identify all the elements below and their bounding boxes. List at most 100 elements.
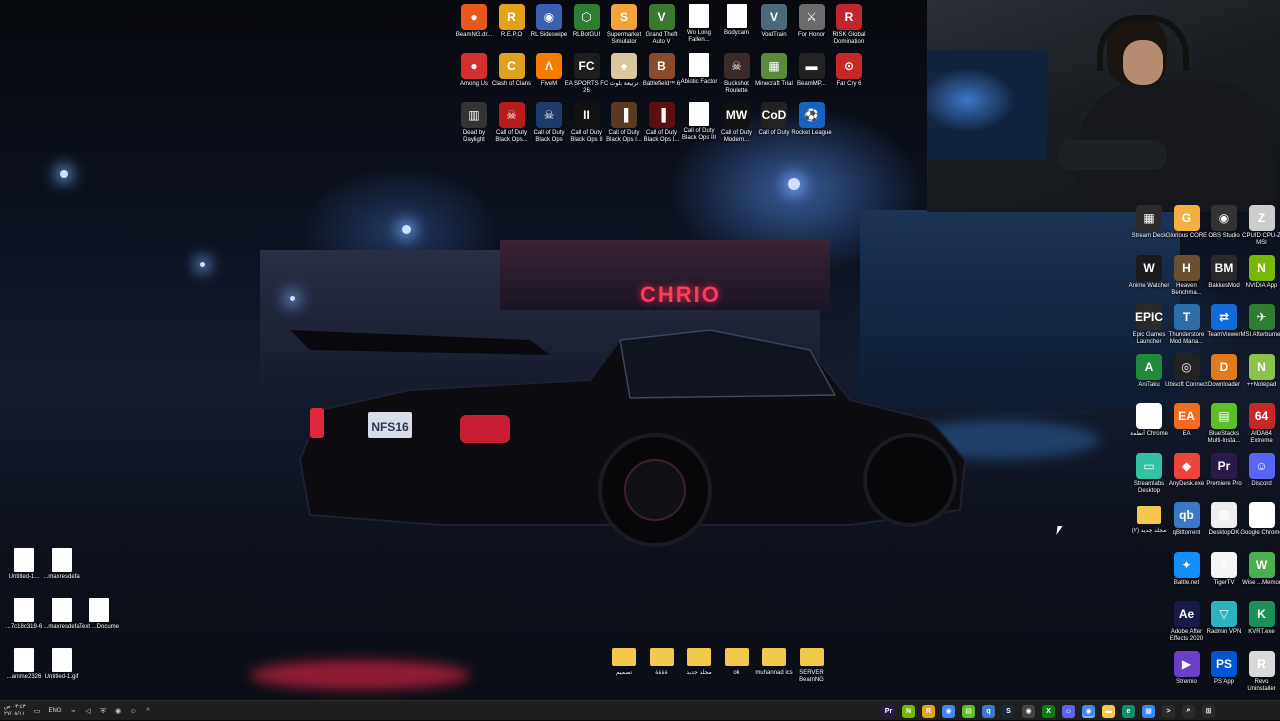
desktop-shortcut[interactable]: RRISK Global Domination	[829, 4, 869, 46]
desktop-shortcut[interactable]: ▭Streamlabs Desktop	[1129, 453, 1169, 495]
desktop-shortcut[interactable]: ◉OBS Studio	[1204, 205, 1244, 240]
desktop-shortcut[interactable]: ●Among Us	[454, 53, 494, 88]
desktop-shortcut[interactable]: DDownloader	[1204, 354, 1244, 389]
desktop-shortcut[interactable]: ▤BlueStacks Multi-Insta...	[1204, 403, 1244, 445]
desktop-shortcut[interactable]: ▽Radmin VPN	[1204, 601, 1244, 636]
desktop-shortcut[interactable]: muhannad ics	[754, 644, 794, 677]
desktop-shortcut[interactable]: CClash of Clans	[492, 53, 532, 88]
desktop-shortcut[interactable]: SSupermarket Simulator	[604, 4, 644, 46]
desktop-shortcut[interactable]: ▦DesktopOK	[1204, 502, 1244, 537]
overflow-icon[interactable]: ^	[145, 708, 152, 715]
desktop-shortcut[interactable]: EAEA	[1167, 403, 1207, 438]
desktop-shortcut[interactable]: ▶Stremio	[1167, 651, 1207, 686]
desktop-shortcut[interactable]: ⊙Far Cry 6	[829, 53, 869, 88]
desktop-shortcut[interactable]: ok	[717, 644, 757, 677]
desktop-shortcut[interactable]: N++Notepad	[1242, 354, 1280, 389]
desktop-shortcut[interactable]: BMBakkesMod	[1204, 255, 1244, 290]
desktop-shortcut[interactable]: Bodycam	[717, 4, 757, 37]
desktop-shortcut[interactable]: ةةةة	[642, 644, 682, 677]
desktop-shortcut[interactable]: ☠Call of Duty Black Ops	[529, 102, 569, 144]
desktop-shortcut[interactable]: FCEA SPORTS FC 26	[567, 53, 607, 95]
desktop-shortcut[interactable]: ΛFiveM	[529, 53, 569, 88]
desktop-shortcut[interactable]: ⚔For Honor	[792, 4, 832, 39]
taskbar-qbittorrent-icon[interactable]: q	[982, 705, 995, 718]
desktop-shortcut[interactable]: مجلد جديد (٢)	[1129, 502, 1169, 535]
desktop-shortcut[interactable]: Untitled-1...	[4, 548, 44, 581]
desktop-shortcut[interactable]: ☠Call of Duty Black Ops...	[492, 102, 532, 144]
taskbar-steam-icon[interactable]: S	[1002, 705, 1015, 718]
desktop-shortcut[interactable]: ZCPUID CPU-Z MSI	[1242, 205, 1280, 247]
desktop-shortcut[interactable]: ▦Minecraft Trial	[754, 53, 794, 88]
shield-icon[interactable]: ⛨	[100, 708, 107, 715]
desktop-shortcut[interactable]: ☠Buckshot Roulette	[717, 53, 757, 95]
desktop-shortcut[interactable]: IICall of Duty Black Ops II	[567, 102, 607, 144]
desktop-shortcut[interactable]: Wo Long Fallen...	[679, 4, 719, 44]
desktop-shortcut[interactable]: PrPremiere Pro	[1204, 453, 1244, 488]
desktop-shortcut[interactable]: ◉RL Sideswipe	[529, 4, 569, 39]
desktop-shortcut[interactable]: ◎Ubisoft Connect	[1167, 354, 1207, 389]
desktop-shortcut[interactable]: ...maxresdefa	[42, 598, 82, 631]
desktop-shortcut[interactable]: ...7c18c319-6	[4, 598, 44, 631]
desktop-shortcut[interactable]: EPICEpic Games Launcher	[1129, 304, 1169, 346]
taskbar-xbox-icon[interactable]: X	[1042, 705, 1055, 718]
desktop-shortcut[interactable]: PSPS App	[1204, 651, 1244, 686]
taskbar-store-icon[interactable]: ▦	[1142, 705, 1155, 718]
desktop-shortcut[interactable]: ▦Stream Deck	[1129, 205, 1169, 240]
desktop-shortcut[interactable]: VVoidTrain	[754, 4, 794, 39]
desktop-shortcut[interactable]: WWise ...Memor	[1242, 552, 1280, 587]
taskbar-discord-icon[interactable]: ☺	[1062, 705, 1075, 718]
desktop-shortcut[interactable]: ●BeamNG.dr...	[454, 4, 494, 39]
desktop-shortcut[interactable]: ▐Call of Duty Black Ops I...	[642, 102, 682, 144]
desktop-shortcut[interactable]: ◉Google Chrome	[1242, 502, 1280, 537]
desktop-shortcut[interactable]: ✦Battle.net	[1167, 552, 1207, 587]
language-indicator[interactable]: ENG	[49, 708, 62, 714]
desktop-shortcut[interactable]: CoDCall of Duty	[754, 102, 794, 137]
desktop-shortcut[interactable]: TThunderstore Mod Mana...	[1167, 304, 1207, 346]
desktop-shortcut[interactable]: ◆AnyDesk.exe	[1167, 453, 1207, 488]
desktop-shortcut[interactable]: ☺Discord	[1242, 453, 1280, 488]
desktop-shortcut[interactable]: ⚽Rocket League	[792, 102, 832, 137]
desktop-shortcut[interactable]: Abiotic Factor	[679, 53, 719, 86]
desktop-shortcut[interactable]: ...maxresdefa	[42, 548, 82, 581]
taskbar-edge-icon[interactable]: e	[1122, 705, 1135, 718]
volume-icon[interactable]: ◁	[85, 708, 92, 715]
network-icon[interactable]: ⌁	[70, 708, 77, 715]
desktop-shortcut[interactable]: VGrand Theft Auto V	[642, 4, 682, 46]
desktop-shortcut[interactable]: WAnime Watcher	[1129, 255, 1169, 290]
taskbar-folder-icon[interactable]: ▬	[1102, 705, 1115, 718]
taskbar-chrome-icon[interactable]: ◉	[1082, 705, 1095, 718]
desktop-shortcut[interactable]: RRevo Uninstaller	[1242, 651, 1280, 693]
desktop-shortcut[interactable]: 64AIDA64 Extreme	[1242, 403, 1280, 445]
desktop-shortcut[interactable]: Text ...Docume	[79, 598, 119, 631]
taskbar-search-icon[interactable]: ⌕	[1182, 705, 1195, 718]
desktop-shortcut[interactable]: GGlorious CORE	[1167, 205, 1207, 240]
taskbar-premiere-icon[interactable]: Pr	[882, 705, 895, 718]
taskbar-repo-icon[interactable]: R	[922, 705, 935, 718]
desktop-shortcut[interactable]: ...anime2326	[4, 648, 44, 681]
desktop-shortcut[interactable]: NNVIDIA App	[1242, 255, 1280, 290]
desktop-shortcut[interactable]: SERVER BeamNG	[792, 644, 832, 684]
desktop-shortcut[interactable]: مجلد جديد	[679, 644, 719, 677]
desktop-shortcut[interactable]: TTigerTV	[1204, 552, 1244, 587]
desktop-shortcut[interactable]: ◉أنظمة Chrome	[1129, 403, 1169, 438]
desktop-shortcut[interactable]: ✈MSI Afterburner	[1242, 304, 1280, 339]
taskbar-chrome-icon[interactable]: ◉	[942, 705, 955, 718]
desktop-shortcut[interactable]: HHeaven Benchma...	[1167, 255, 1207, 297]
desktop-shortcut[interactable]: ▥Dead by Daylight	[454, 102, 494, 144]
taskbar-nvidia-icon[interactable]: N	[902, 705, 915, 718]
desktop-shortcut[interactable]: ⇄TeamViewer	[1204, 304, 1244, 339]
desktop-shortcut[interactable]: BBattlefield™ 6	[642, 53, 682, 88]
taskbar-clock[interactable]: ٠٣:٤٣ ص ٢٧/٠٨/١١	[4, 704, 26, 718]
steam-tray-icon[interactable]: ◉	[115, 708, 122, 715]
notification-icon[interactable]: ▭	[34, 708, 41, 715]
taskbar-bluestacks-icon[interactable]: ▤	[962, 705, 975, 718]
desktop-shortcut[interactable]: Untitled-1.gif	[42, 648, 82, 681]
discord-tray-icon[interactable]: ☺	[130, 708, 137, 715]
desktop-shortcut[interactable]: ▬BeamMP...	[792, 53, 832, 88]
desktop-shortcut[interactable]: ⬡RLBotGUI	[567, 4, 607, 39]
desktop-shortcut[interactable]: AeAdobe After Effects 2020	[1167, 601, 1207, 643]
desktop-shortcut[interactable]: ♠تربيعة بلوت	[604, 53, 644, 88]
desktop-shortcut[interactable]: KKVRT.exe	[1242, 601, 1280, 636]
desktop-shortcut[interactable]: ▐Call of Duty Black Ops I...	[604, 102, 644, 144]
desktop-shortcut[interactable]: AAniTaku	[1129, 354, 1169, 389]
